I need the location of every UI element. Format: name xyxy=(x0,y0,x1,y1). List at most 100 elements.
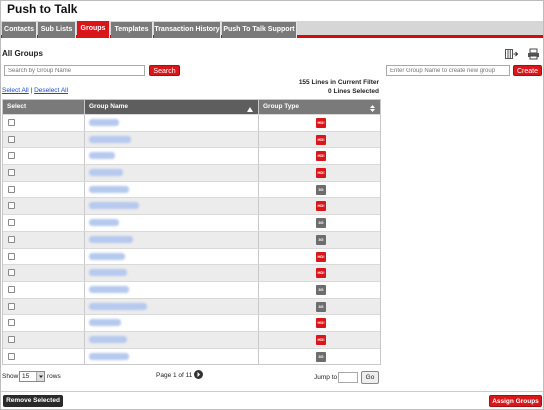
link-separator: | xyxy=(30,87,33,94)
hd-type-icon: HD! xyxy=(316,201,326,212)
go-button[interactable]: Go xyxy=(361,371,379,384)
row-checkbox[interactable] xyxy=(8,285,15,293)
group-name-link[interactable] xyxy=(89,169,123,177)
row-checkbox[interactable] xyxy=(8,119,15,126)
group-name-link[interactable] xyxy=(89,202,139,210)
select-cell xyxy=(3,248,85,265)
table-row[interactable]: 3G xyxy=(3,280,380,298)
table-row[interactable]: HD! xyxy=(3,147,380,165)
deselect-all-link[interactable]: Deselect All xyxy=(34,87,68,94)
group-name-link[interactable] xyxy=(89,119,119,126)
group-name-link[interactable] xyxy=(89,319,121,327)
table-row[interactable]: 3G xyxy=(3,297,380,315)
3g-type-icon: 3G xyxy=(316,234,326,245)
group-name-link[interactable] xyxy=(89,252,125,260)
hd-type-icon: HD! xyxy=(316,168,326,179)
tab-sub-lists[interactable]: Sub Lists xyxy=(38,22,76,38)
group-name-cell xyxy=(85,281,259,298)
header-group-name[interactable]: Group Name xyxy=(85,100,259,114)
select-all-link[interactable]: Select All xyxy=(2,87,29,94)
group-name-cell xyxy=(85,231,259,248)
group-type-cell: 3G xyxy=(259,232,380,248)
jump-to-input[interactable] xyxy=(338,372,358,383)
table-row[interactable]: HD! xyxy=(3,247,380,265)
row-checkbox[interactable] xyxy=(8,252,15,260)
header-group-type[interactable]: Group Type xyxy=(259,100,380,114)
assign-groups-button[interactable]: Assign Groups xyxy=(489,395,542,407)
select-cell xyxy=(3,331,85,348)
group-name-cell xyxy=(85,165,259,181)
create-button[interactable]: Create xyxy=(513,65,542,76)
group-name-link[interactable] xyxy=(89,335,127,343)
table-row[interactable]: 3G xyxy=(3,180,380,198)
tab-templates[interactable]: Templates xyxy=(111,22,153,38)
selection-links: Select All | Deselect All xyxy=(2,87,68,94)
group-name-cell xyxy=(85,131,259,148)
row-checkbox[interactable] xyxy=(8,135,15,143)
tab-groups[interactable]: Groups xyxy=(77,21,110,38)
row-checkbox[interactable] xyxy=(8,352,15,360)
row-checkbox[interactable] xyxy=(8,319,15,327)
hd-type-icon: HD! xyxy=(316,151,326,162)
group-name-link[interactable] xyxy=(89,152,115,160)
filter-summary: 155 Lines in Current Filter 0 Lines Sele… xyxy=(299,78,379,96)
row-checkbox[interactable] xyxy=(8,302,15,310)
select-cell xyxy=(3,298,85,315)
table-row[interactable]: 3G xyxy=(3,214,380,231)
table-row[interactable]: 3G xyxy=(3,230,380,248)
select-cell xyxy=(3,131,85,148)
rows-per-page-select[interactable]: 15 xyxy=(19,371,45,382)
row-checkbox[interactable] xyxy=(8,185,15,193)
table-row[interactable]: HD! xyxy=(3,264,380,281)
group-name-link[interactable] xyxy=(89,285,129,293)
row-checkbox[interactable] xyxy=(8,169,15,177)
header-select: Select xyxy=(3,100,85,114)
group-name-link[interactable] xyxy=(89,302,147,310)
group-name-link[interactable] xyxy=(89,352,129,360)
select-cell xyxy=(3,215,85,231)
table-row[interactable]: HD! xyxy=(3,197,380,215)
row-checkbox[interactable] xyxy=(8,152,15,160)
row-checkbox[interactable] xyxy=(8,219,15,227)
select-cell xyxy=(3,198,85,215)
table-body: HD! HD! HD! HD! 3G HD! 3G 3G HD! HD! 3G 3G HD! HD! 3G xyxy=(3,114,380,365)
table-row[interactable]: 3G xyxy=(3,347,380,365)
row-checkbox[interactable] xyxy=(8,269,15,277)
group-type-cell: 3G xyxy=(259,299,380,315)
search-button[interactable]: Search xyxy=(149,65,180,76)
group-name-link[interactable] xyxy=(89,185,129,193)
3g-type-icon: 3G xyxy=(316,184,326,195)
columns-export-icon[interactable] xyxy=(505,48,519,60)
row-checkbox[interactable] xyxy=(8,335,15,343)
header-group-type-label: Group Type xyxy=(263,103,299,110)
table-row[interactable]: HD! xyxy=(3,114,380,131)
table-row[interactable]: HD! xyxy=(3,130,380,148)
group-name-link[interactable] xyxy=(89,219,119,227)
group-name-link[interactable] xyxy=(89,269,127,277)
next-page-icon[interactable] xyxy=(194,370,203,379)
row-checkbox[interactable] xyxy=(8,235,15,243)
search-input[interactable] xyxy=(4,65,145,76)
hd-type-icon: HD! xyxy=(316,134,326,145)
footer-divider xyxy=(1,391,543,392)
print-icon[interactable] xyxy=(527,48,540,60)
table-row[interactable]: HD! xyxy=(3,314,380,331)
remove-selected-button[interactable]: Remove Selected xyxy=(3,395,63,407)
group-name-link[interactable] xyxy=(89,135,131,143)
group-name-link[interactable] xyxy=(89,235,133,243)
table-row[interactable]: HD! xyxy=(3,330,380,348)
app-title: Push to Talk xyxy=(7,2,78,16)
table-row[interactable]: HD! xyxy=(3,164,380,181)
group-name-cell xyxy=(85,315,259,331)
selected-lines-count: 0 Lines Selected xyxy=(328,88,379,95)
tab-contacts[interactable]: Contacts xyxy=(2,22,37,38)
groups-table: Select Group Name Group Type HD! HD! HD! HD… xyxy=(2,99,381,366)
tab-push-to-talk-support[interactable]: Push To Talk Support xyxy=(222,22,297,38)
tab-bar: Contacts Sub Lists Groups Templates Tran… xyxy=(1,21,543,38)
row-checkbox[interactable] xyxy=(8,202,15,210)
group-type-cell: HD! xyxy=(259,115,380,131)
tab-transaction-history[interactable]: Transaction History xyxy=(154,22,221,38)
group-name-cell xyxy=(85,348,259,365)
new-group-input[interactable] xyxy=(386,65,510,76)
group-name-cell xyxy=(85,331,259,348)
